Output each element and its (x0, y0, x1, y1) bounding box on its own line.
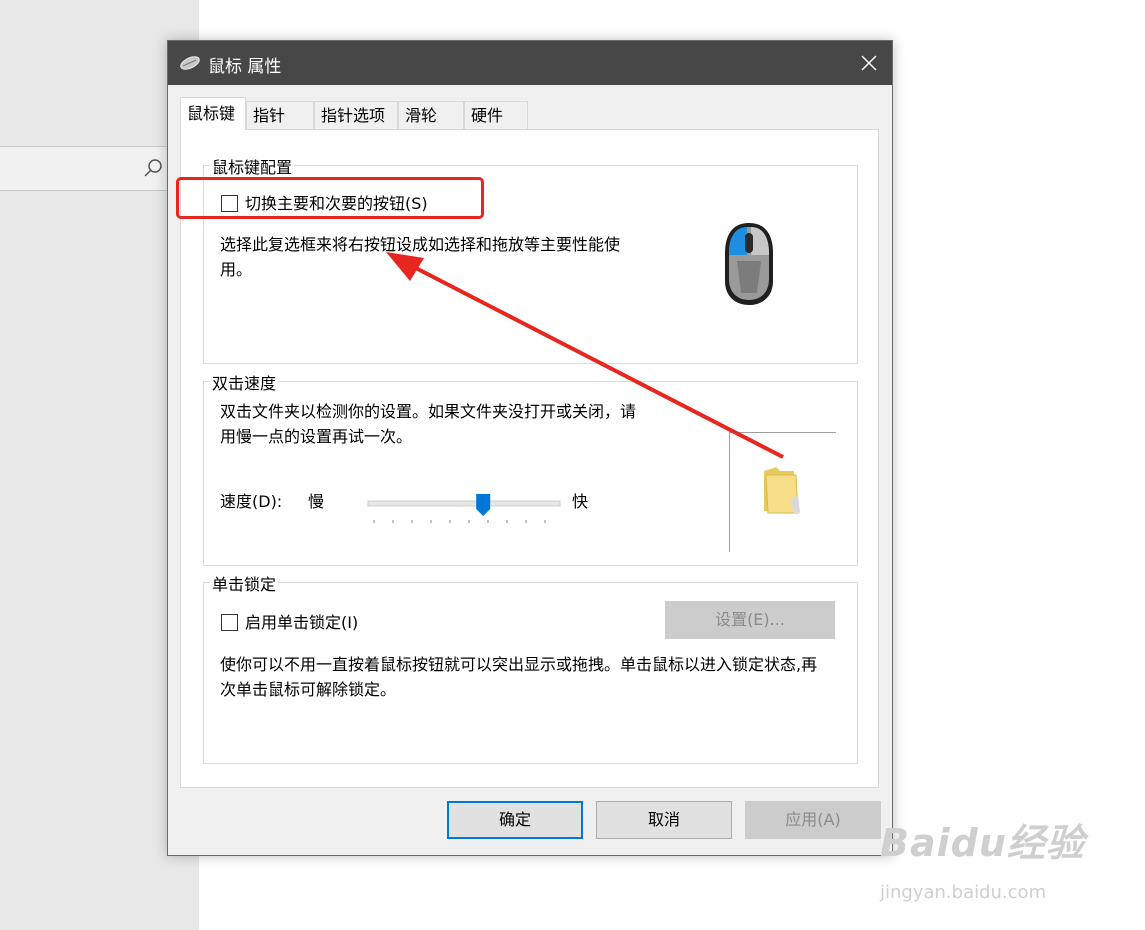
folder-icon[interactable] (760, 465, 802, 515)
group-title-click-lock: 单击锁定 (210, 571, 279, 595)
fast-label: 快 (572, 492, 589, 511)
speed-label: 速度(D): (220, 492, 283, 511)
slider-ticks (373, 520, 546, 523)
tab-pointers[interactable]: 指针 (246, 101, 314, 129)
mouse-app-icon (180, 56, 200, 70)
click-lock-settings-button[interactable]: 设置(E)... (665, 601, 835, 639)
tab-buttons[interactable]: 鼠标键 (180, 97, 246, 130)
window-title: 鼠标 属性 (208, 57, 282, 77)
button-config-description: 选择此复选框来将右按钮设成如选择和拖放等主要性能使用。 (220, 235, 621, 279)
click-lock-description: 使你可以不用一直按着鼠标按钮就可以突出显示或拖拽。单击鼠标以进入锁定状态,再次单… (220, 655, 818, 699)
group-title-button-config: 鼠标键配置 (210, 154, 295, 178)
tab-panel: 鼠标键配置 切换主要和次要的按钮(S) 选择此复选框来将右按钮设成如选择和拖放等… (180, 129, 879, 788)
click-lock-label[interactable]: 启用单击锁定(I) (245, 610, 358, 635)
double-click-description: 双击文件夹以检测你的设置。如果文件夹没打开或关闭，请用慢一点的设置再试一次。 (220, 402, 637, 446)
mouse-properties-dialog: 鼠标 属性 鼠标键 指针 指针选项 滑轮 硬件 鼠标键配置 切换主要和次要的按钮… (167, 40, 893, 856)
mouse-illustration-icon (725, 223, 773, 305)
double-click-group: 双击速度 双击文件夹以检测你的设置。如果文件夹没打开或关闭，请用慢一点的设置再试… (203, 370, 858, 566)
tab-hardware[interactable]: 硬件 (464, 101, 528, 129)
tab-pointer-options[interactable]: 指针选项 (314, 101, 398, 129)
annotation-highlight-box (176, 177, 484, 219)
click-lock-group: 单击锁定 启用单击锁定(I) 设置(E)... 使你可以不用一直按着鼠标按钮就可… (203, 571, 858, 764)
group-title-double-click: 双击速度 (210, 370, 279, 394)
search-input[interactable] (0, 146, 171, 191)
search-icon (144, 159, 162, 177)
ok-button[interactable]: 确定 (447, 801, 583, 839)
baidu-watermark-url: jingyan.baidu.com (880, 882, 1047, 903)
close-icon (861, 55, 877, 71)
close-button[interactable] (846, 41, 892, 85)
click-lock-checkbox[interactable] (221, 614, 238, 631)
apply-button[interactable]: 应用(A) (745, 801, 881, 839)
double-click-speed-slider[interactable] (364, 487, 564, 527)
folder-test-area[interactable] (729, 432, 836, 552)
baidu-watermark-logo: Baidu经验 (880, 821, 1085, 865)
title-bar: 鼠标 属性 (168, 41, 892, 85)
tab-wheel[interactable]: 滑轮 (398, 101, 464, 129)
slow-label: 慢 (308, 492, 325, 511)
slider-thumb[interactable] (476, 494, 491, 516)
cancel-button[interactable]: 取消 (596, 801, 732, 839)
